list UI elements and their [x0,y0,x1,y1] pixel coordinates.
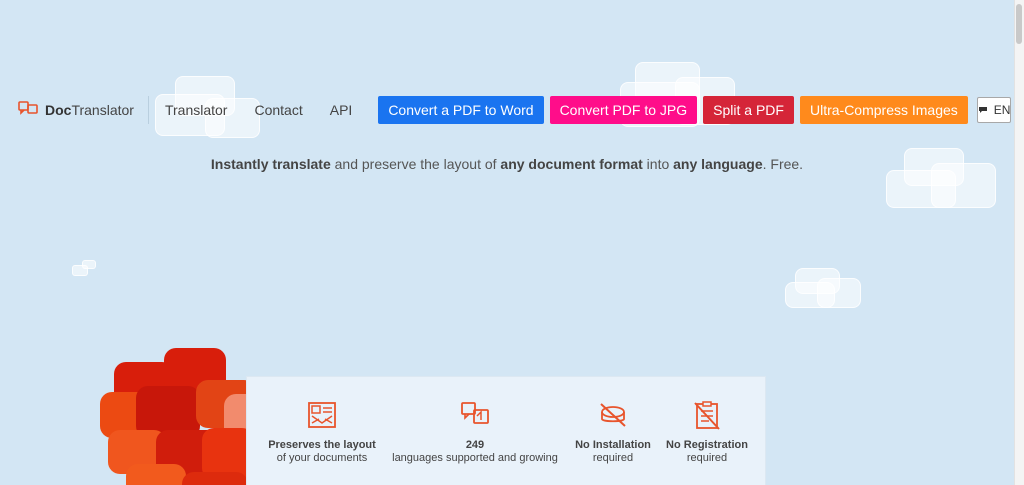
translate-arrows-icon [387,401,563,431]
feature-title: No Registration [666,439,748,451]
feature-title: No Installation [575,439,651,451]
features-panel: Preserves the layout of your documents 2… [246,376,766,485]
feature-no-registration: No Registration required [657,401,757,465]
decorative-cloud [72,260,98,278]
language-count: 249 [465,439,485,451]
chat-bubble-icon [978,103,988,117]
page-scrollbar[interactable] [1014,0,1024,485]
tagline: Instantly translate and preserve the lay… [210,156,804,172]
ultra-compress-images-button[interactable]: Ultra-Compress Images [799,96,968,124]
main-nav: Translator Contact API [165,102,379,118]
convert-pdf-to-word-button[interactable]: Convert a PDF to Word [378,96,544,124]
feature-layout: Preserves the layout of your documents [263,401,381,465]
site-logo[interactable]: DocTranslator [18,96,149,124]
feature-subtitle: of your documents [276,452,368,464]
nav-contact-link[interactable]: Contact [254,102,302,118]
top-navigation-bar: DocTranslator Translator Contact API Con… [18,96,1012,124]
no-registration-icon [657,401,757,431]
feature-subtitle: required [686,452,728,464]
feature-subtitle: required [592,452,634,464]
nav-translator-link[interactable]: Translator [165,102,228,118]
translate-bubbles-icon [18,100,38,120]
brand-name: DocTranslator [45,102,134,118]
feature-subtitle: languages supported and growing [392,452,558,464]
language-label: EN [993,103,1011,117]
feature-languages: 249 languages supported and growing [387,401,563,465]
language-selector[interactable]: EN [976,97,1012,123]
nav-api-link[interactable]: API [330,102,353,118]
split-pdf-button[interactable]: Split a PDF [703,96,794,124]
layout-document-icon [263,401,381,431]
convert-pdf-to-jpg-button[interactable]: Convert PDF to JPG [549,96,698,124]
no-install-icon [565,401,661,431]
feature-title: Preserves the layout [268,439,376,451]
tool-buttons: Convert a PDF to Word Convert PDF to JPG… [378,96,968,124]
feature-no-installation: No Installation required [565,401,661,465]
decorative-cloud [785,268,865,310]
scroll-thumb[interactable] [1016,4,1022,44]
